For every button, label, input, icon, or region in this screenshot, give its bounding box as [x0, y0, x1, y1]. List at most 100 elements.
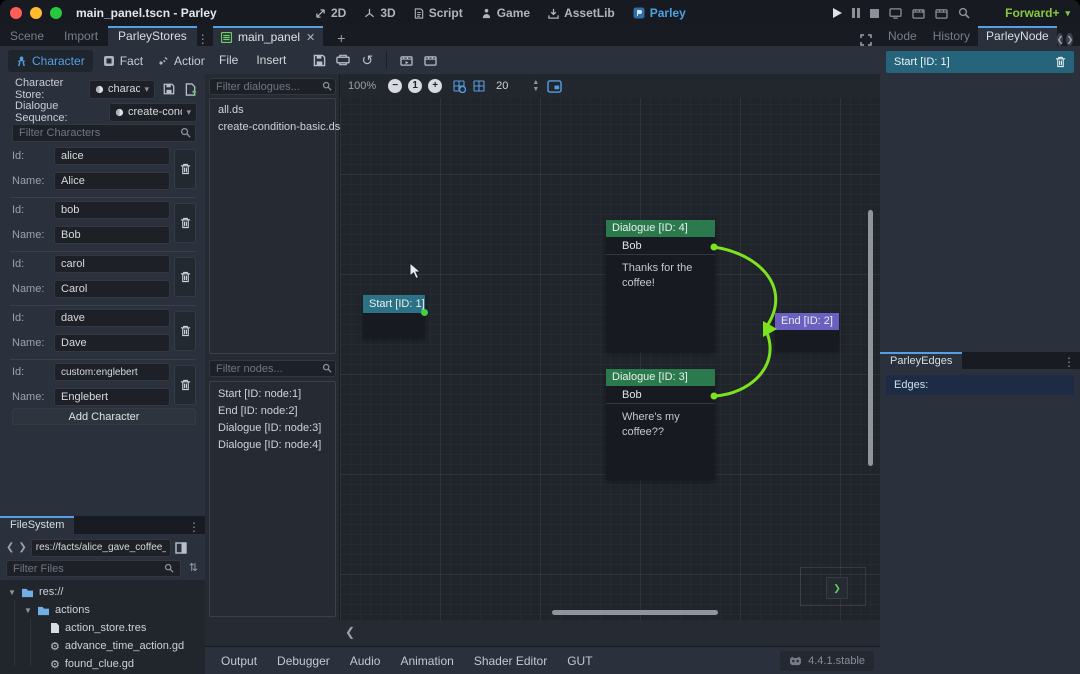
fullscreen-icon[interactable]	[860, 34, 880, 46]
workspace-script[interactable]: Script	[405, 0, 472, 26]
tab-main-panel[interactable]: main_panel ✕	[213, 26, 323, 46]
file-menu[interactable]: File	[211, 53, 246, 67]
bottom-tab-output[interactable]: Output	[211, 654, 267, 668]
prev-tab-icon[interactable]: ❮	[1057, 33, 1064, 46]
collapse-icon[interactable]: ▼	[24, 606, 32, 615]
delete-character-button[interactable]	[174, 311, 196, 351]
node-list-item[interactable]: End [ID: node:2]	[210, 403, 335, 420]
character-store-dropdown[interactable]: charact ▾	[89, 80, 155, 99]
grid-toggle-icon[interactable]	[472, 79, 486, 93]
bottom-tab-debugger[interactable]: Debugger	[267, 654, 340, 668]
next-tab-icon[interactable]: ❯	[1066, 33, 1073, 46]
character-name-field[interactable]	[54, 226, 170, 244]
delete-character-button[interactable]	[174, 149, 196, 189]
run-movie-icon[interactable]	[912, 8, 925, 19]
graph-vertical-scrollbar[interactable]	[868, 210, 873, 466]
insert-menu[interactable]: Insert	[248, 53, 294, 67]
minimap-expand-button[interactable]: ❯	[826, 577, 848, 599]
start-output-port[interactable]	[421, 309, 428, 316]
stop-button[interactable]	[870, 9, 879, 18]
filter-nodes-input[interactable]	[209, 360, 336, 377]
bottom-tab-shader-editor[interactable]: Shader Editor	[464, 654, 557, 668]
dialogue-sequence-dropdown[interactable]: create-conditi ▾	[109, 103, 197, 122]
character-id-field[interactable]	[54, 363, 170, 381]
bottom-tab-gut[interactable]: GUT	[557, 654, 602, 668]
current-path-field[interactable]	[31, 539, 171, 557]
new-store-icon[interactable]	[185, 83, 197, 96]
collapse-icon[interactable]: ▼	[8, 588, 16, 597]
dock-options-icon[interactable]: ⋮	[1063, 355, 1080, 369]
tab-node[interactable]: Node	[880, 26, 925, 46]
filter-files-input[interactable]	[6, 560, 181, 577]
snap-toggle-icon[interactable]	[452, 79, 466, 93]
history-back-icon[interactable]: ❮	[6, 542, 14, 553]
character-id-field[interactable]	[54, 255, 170, 273]
delete-character-button[interactable]	[174, 257, 196, 297]
collapse-sidepanel-icon[interactable]: ❮	[345, 625, 355, 639]
character-name-field[interactable]	[54, 280, 170, 298]
dialogue-file-item[interactable]: create-condition-basic.ds	[210, 119, 335, 136]
delete-character-button[interactable]	[174, 203, 196, 243]
character-name-field[interactable]	[54, 334, 170, 352]
store-tab-fact[interactable]: Fact	[99, 54, 147, 68]
node-list-item[interactable]: Dialogue [ID: node:4]	[210, 437, 335, 454]
workspace-3d[interactable]: 3D	[355, 0, 404, 26]
zoom-reset-button[interactable]: 1	[408, 79, 422, 93]
close-window-button[interactable]	[10, 7, 22, 19]
delete-node-icon[interactable]	[1055, 56, 1066, 68]
character-id-field[interactable]	[54, 147, 170, 165]
tab-import[interactable]: Import	[54, 26, 108, 46]
edges-header[interactable]: Edges:	[886, 375, 1074, 395]
workspace-game[interactable]: Game	[472, 0, 539, 26]
character-id-field[interactable]	[54, 201, 170, 219]
dialogue-graph-canvas[interactable]: 100% − 1 + 20 ▲▼ Start [ID: 1] Dialogue …	[340, 74, 880, 620]
tab-parleynode[interactable]: ParleyNode	[978, 26, 1057, 46]
node-list-item[interactable]: Start [ID: node:1]	[210, 386, 335, 403]
export-icon[interactable]	[332, 54, 354, 66]
character-name-field[interactable]	[54, 172, 170, 190]
graph-node-start[interactable]: Start [ID: 1]	[363, 295, 425, 338]
tab-parleystores[interactable]: ParleyStores	[108, 26, 197, 46]
refresh-icon[interactable]: ↺	[356, 52, 378, 69]
save-icon[interactable]	[308, 54, 330, 67]
maximize-window-button[interactable]	[50, 7, 62, 19]
save-store-icon[interactable]	[163, 83, 175, 95]
tab-history[interactable]: History	[925, 26, 978, 46]
workspace-parley[interactable]: Parley	[624, 0, 695, 26]
dock-options-icon[interactable]: ⋮	[1076, 32, 1080, 46]
store-tab-character[interactable]: Character	[8, 50, 93, 72]
close-tab-icon[interactable]: ✕	[306, 31, 315, 44]
tab-parleyedges[interactable]: ParleyEdges	[880, 352, 962, 369]
node-list-item[interactable]: Dialogue [ID: node:3]	[210, 420, 335, 437]
test-dialogue-icon[interactable]	[395, 55, 417, 66]
character-id-field[interactable]	[54, 309, 170, 327]
dock-options-icon[interactable]: ⋮	[188, 520, 205, 534]
selected-node-header[interactable]: Start [ID: 1]	[886, 51, 1074, 73]
store-tab-action[interactable]: Action	[153, 54, 211, 68]
pause-button[interactable]	[852, 8, 860, 18]
add-character-button[interactable]: Add Character	[12, 408, 196, 425]
character-name-field[interactable]	[54, 388, 170, 406]
minimap-toggle-icon[interactable]	[547, 80, 562, 93]
renderer-select[interactable]: Forward+ ▾	[1005, 0, 1070, 26]
zoom-in-button[interactable]: +	[428, 79, 442, 93]
workspace-2d[interactable]: 2D	[306, 0, 355, 26]
workspace-assetlib[interactable]: AssetLib	[539, 0, 624, 26]
history-forward-icon[interactable]: ❯	[18, 542, 26, 553]
graph-node-dialogue-3[interactable]: Dialogue [ID: 3] Bob Where's my coffee??	[606, 369, 715, 480]
tree-item-res[interactable]: ▼ res://	[0, 583, 205, 601]
tree-item-actions[interactable]: ▼ actions	[0, 601, 205, 619]
graph-node-end[interactable]: End [ID: 2]	[775, 313, 839, 351]
profiler-icon[interactable]	[958, 7, 970, 19]
bottom-tab-audio[interactable]: Audio	[340, 654, 391, 668]
filter-dialogues-input[interactable]	[209, 78, 336, 95]
split-view-icon[interactable]	[175, 542, 187, 554]
dialogue-file-item[interactable]: all.ds	[210, 102, 335, 119]
test-from-start-icon[interactable]	[419, 55, 441, 66]
tab-filesystem[interactable]: FileSystem	[0, 516, 74, 534]
sort-files-icon[interactable]: ⇅	[189, 561, 198, 574]
tab-scene[interactable]: Scene	[0, 26, 54, 46]
movie-writer-icon[interactable]	[935, 8, 948, 19]
graph-horizontal-scrollbar[interactable]	[552, 610, 718, 615]
minimize-window-button[interactable]	[30, 7, 42, 19]
